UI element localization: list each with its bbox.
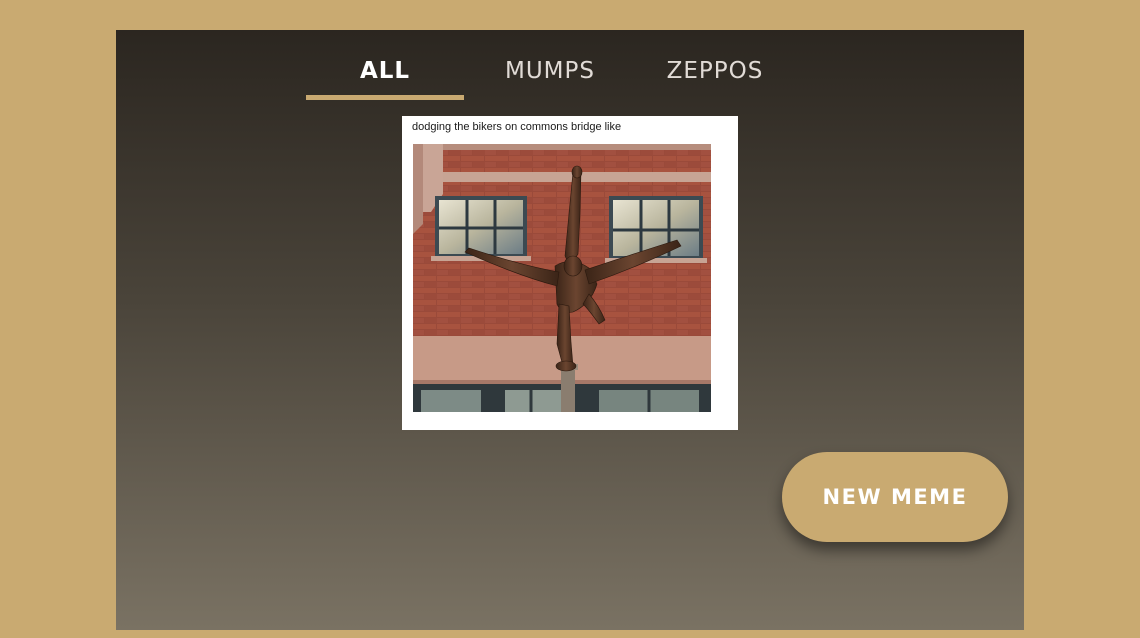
tab-zeppos[interactable]: ZEPPOS: [648, 44, 782, 100]
tab-all[interactable]: ALL: [306, 44, 464, 100]
meme-image: [413, 144, 711, 412]
tab-mumps[interactable]: MUMPS: [482, 44, 618, 100]
meme-caption: dodging the bikers on commons bridge lik…: [412, 121, 622, 133]
meme-card[interactable]: dodging the bikers on commons bridge lik…: [402, 116, 738, 430]
tab-zeppos-label: ZEPPOS: [666, 58, 764, 84]
category-tabs: ALL MUMPS ZEPPOS: [306, 44, 786, 100]
tab-mumps-label: MUMPS: [505, 58, 595, 84]
new-meme-button[interactable]: NEW MEME: [782, 452, 1008, 542]
tab-all-label: ALL: [359, 58, 411, 84]
active-tab-indicator: [306, 95, 464, 100]
